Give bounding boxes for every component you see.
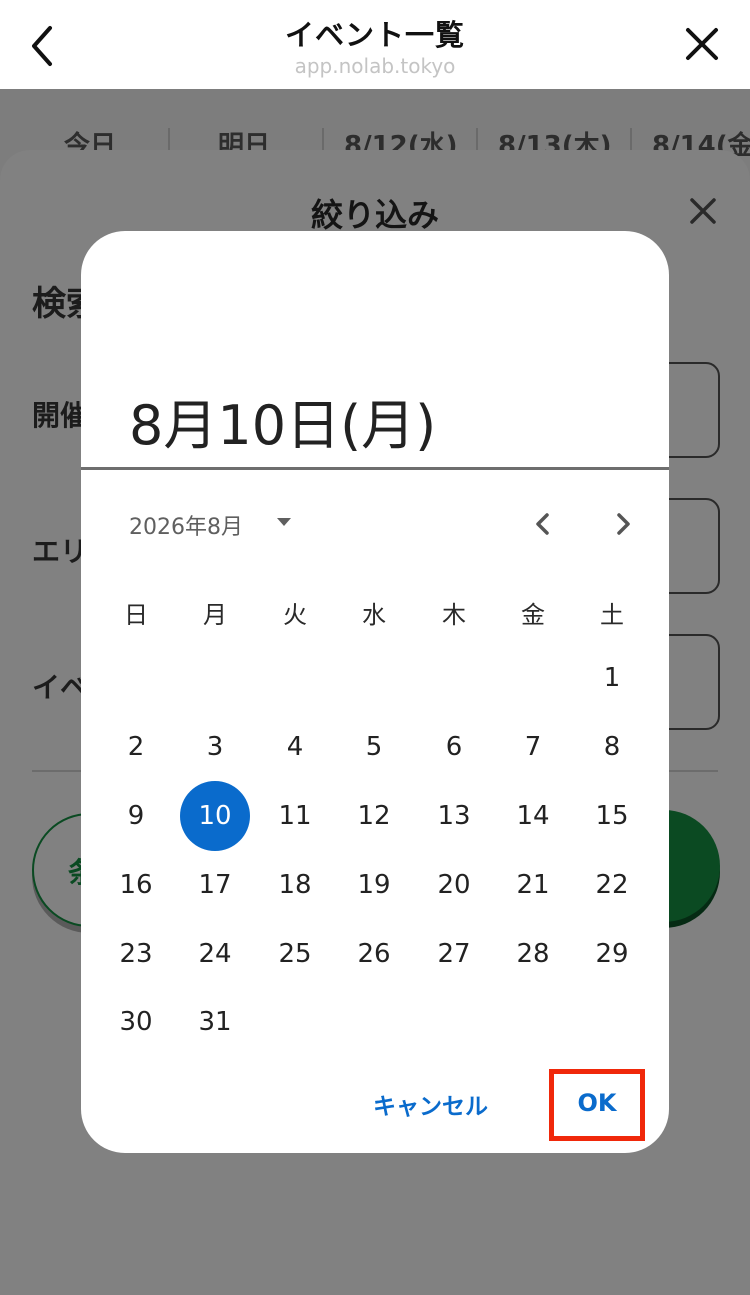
calendar-day[interactable]: 3 (185, 717, 245, 777)
cancel-button[interactable]: キャンセル (373, 1087, 488, 1121)
calendar-day[interactable]: 19 (344, 855, 404, 915)
page-title: イベント一覧 (284, 18, 465, 52)
ok-button[interactable]: OK (549, 1069, 645, 1141)
weekday-label: 月 (203, 601, 227, 629)
close-icon (690, 198, 716, 224)
calendar-day[interactable]: 31 (185, 992, 245, 1052)
calendar-day[interactable]: 4 (265, 717, 325, 777)
close-icon[interactable] (682, 24, 722, 64)
weekday-label: 金 (521, 601, 545, 629)
app-header: イベント一覧 app.nolab.tokyo (0, 0, 750, 89)
page-url: app.nolab.tokyo (294, 54, 456, 78)
header-divider (81, 467, 669, 470)
calendar-day[interactable]: 21 (503, 855, 563, 915)
calendar-day[interactable]: 15 (582, 786, 642, 846)
calendar-day[interactable]: 29 (582, 924, 642, 984)
calendar-day[interactable]: 28 (503, 924, 563, 984)
selected-date-display: 8月10日(月) (129, 394, 437, 457)
weekday-label: 水 (362, 601, 386, 629)
field-label: イベ (32, 671, 89, 704)
sheet-title: 絞り込み (310, 196, 439, 234)
calendar-day[interactable]: 14 (503, 786, 563, 846)
calendar-day[interactable]: 12 (344, 786, 404, 846)
calendar-day[interactable]: 17 (185, 855, 245, 915)
calendar-day[interactable]: 16 (106, 855, 166, 915)
chevron-right-icon[interactable] (609, 509, 637, 539)
ok-button-label: OK (577, 1089, 617, 1117)
calendar-day[interactable]: 9 (106, 786, 166, 846)
caret-down-icon[interactable] (277, 518, 291, 526)
calendar-day[interactable]: 2 (106, 717, 166, 777)
calendar-day[interactable]: 27 (424, 924, 484, 984)
calendar-day-selected[interactable]: 10 (180, 781, 250, 851)
weekday-label: 土 (600, 601, 624, 629)
calendar-day[interactable]: 25 (265, 924, 325, 984)
field-label: 開催 (32, 399, 89, 432)
weekday-label: 火 (283, 601, 307, 629)
calendar-day[interactable]: 11 (265, 786, 325, 846)
calendar-day[interactable]: 6 (424, 717, 484, 777)
calendar-day[interactable]: 18 (265, 855, 325, 915)
field-label: エリ (32, 535, 89, 568)
weekday-label: 木 (442, 601, 466, 629)
calendar-day[interactable]: 24 (185, 924, 245, 984)
calendar-day[interactable]: 26 (344, 924, 404, 984)
chevron-left-icon[interactable] (529, 509, 557, 539)
date-picker-dialog: 8月10日(月) 2026年8月 日月火水木金土 1 2 3 4 5 6 7 8 9 10 11 12… (81, 231, 669, 1153)
calendar-day[interactable]: 22 (582, 855, 642, 915)
calendar-day[interactable]: 8 (582, 717, 642, 777)
calendar-day[interactable]: 13 (424, 786, 484, 846)
calendar-day[interactable]: 1 (582, 648, 642, 708)
calendar-day[interactable]: 5 (344, 717, 404, 777)
calendar-day[interactable]: 20 (424, 855, 484, 915)
calendar-day[interactable]: 7 (503, 717, 563, 777)
weekday-label: 日 (124, 601, 148, 629)
calendar-day[interactable]: 23 (106, 924, 166, 984)
calendar-day[interactable]: 30 (106, 992, 166, 1052)
month-year-selector[interactable]: 2026年8月 (129, 509, 243, 541)
